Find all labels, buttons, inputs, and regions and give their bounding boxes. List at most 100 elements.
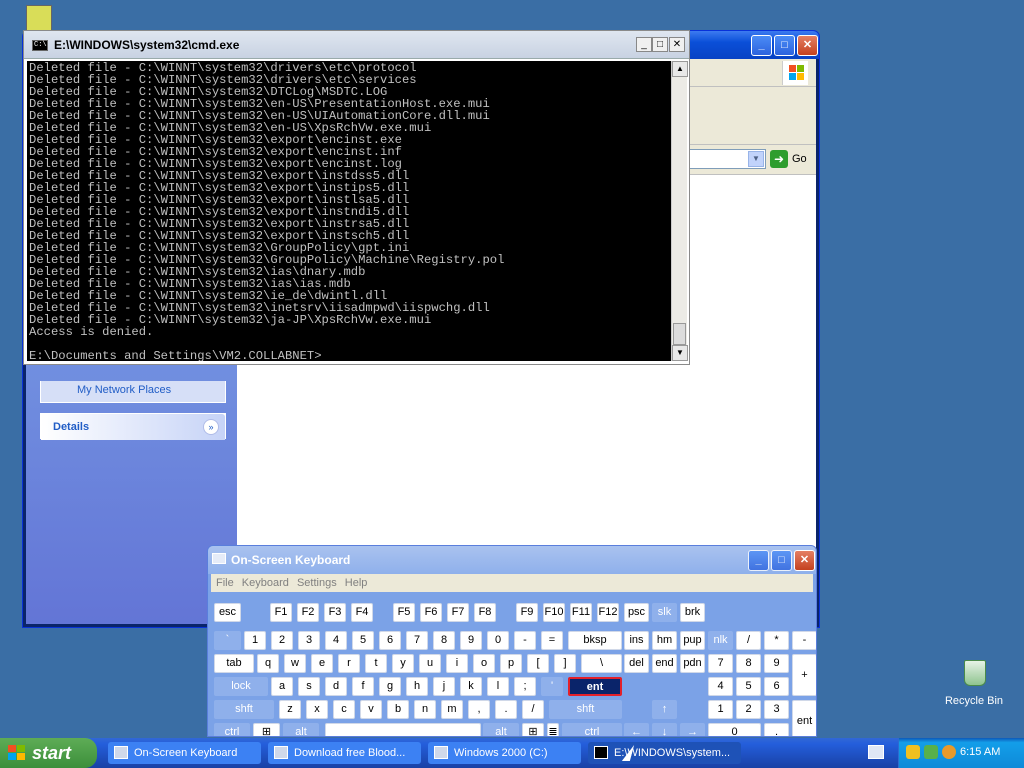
console-output[interactable]: Deleted file - C:\WINNT\system32\drivers… bbox=[27, 61, 671, 361]
key-h[interactable]: h bbox=[406, 677, 428, 696]
osk-titlebar[interactable]: On-Screen Keyboard _ □ ✕ bbox=[208, 546, 816, 574]
key-f7[interactable]: F7 bbox=[447, 603, 469, 622]
key-ralt[interactable]: alt bbox=[483, 723, 519, 736]
key-i[interactable]: i bbox=[446, 654, 468, 673]
network-places-link[interactable]: My Network Places bbox=[77, 384, 171, 396]
key-up-arrow-icon[interactable]: ↑ bbox=[652, 700, 677, 719]
key-ent[interactable]: ent bbox=[568, 677, 622, 696]
chevron-down-icon[interactable]: ▼ bbox=[748, 151, 764, 167]
key-psc[interactable]: psc bbox=[624, 603, 649, 622]
key-pdn[interactable]: pdn bbox=[680, 654, 705, 673]
key-w[interactable]: w bbox=[284, 654, 306, 673]
key-g[interactable]: g bbox=[379, 677, 401, 696]
key-f12[interactable]: F12 bbox=[597, 603, 619, 622]
taskbar-keyboard-icon[interactable] bbox=[868, 745, 884, 759]
key-u[interactable]: u bbox=[419, 654, 441, 673]
key-z[interactable]: z bbox=[279, 700, 301, 719]
scroll-thumb[interactable] bbox=[673, 323, 686, 345]
key-f2[interactable]: F2 bbox=[297, 603, 319, 622]
key-slash[interactable]: / bbox=[522, 700, 544, 719]
key-n[interactable]: n bbox=[414, 700, 436, 719]
taskbar-item-explorer[interactable]: Windows 2000 (C:) bbox=[428, 742, 581, 764]
key-quote[interactable]: ' bbox=[541, 677, 563, 696]
key-e[interactable]: e bbox=[311, 654, 333, 673]
key-q[interactable]: q bbox=[257, 654, 279, 673]
key-n2[interactable]: 2 bbox=[271, 631, 293, 650]
clock[interactable]: 6:15 AM bbox=[960, 746, 1000, 758]
key-ndiv[interactable]: / bbox=[736, 631, 761, 650]
menu-keyboard[interactable]: Keyboard bbox=[242, 577, 289, 589]
key-nsub[interactable]: - bbox=[792, 631, 816, 650]
key-n1[interactable]: 1 bbox=[244, 631, 266, 650]
key-f10[interactable]: F10 bbox=[543, 603, 565, 622]
scroll-up-icon[interactable]: ▲ bbox=[672, 61, 688, 77]
key-f5[interactable]: F5 bbox=[393, 603, 415, 622]
key-brk[interactable]: brk bbox=[680, 603, 705, 622]
go-arrow-icon[interactable]: ➜ bbox=[770, 150, 788, 168]
key-npdot[interactable]: . bbox=[764, 723, 789, 736]
maximize-icon[interactable]: □ bbox=[652, 37, 668, 52]
key-c[interactable]: c bbox=[333, 700, 355, 719]
close-icon[interactable]: ✕ bbox=[797, 35, 818, 56]
recycle-bin-label[interactable]: Recycle Bin bbox=[940, 695, 1008, 707]
key-tab[interactable]: tab bbox=[214, 654, 254, 673]
key-pup[interactable]: pup bbox=[680, 631, 705, 650]
search-icon[interactable] bbox=[942, 745, 956, 759]
key-f11[interactable]: F11 bbox=[570, 603, 592, 622]
key-comma[interactable]: , bbox=[468, 700, 490, 719]
key-n7[interactable]: 7 bbox=[406, 631, 428, 650]
key-del[interactable]: del bbox=[624, 654, 649, 673]
minimize-icon[interactable]: _ bbox=[751, 35, 772, 56]
network-icon[interactable] bbox=[924, 745, 938, 759]
minimize-icon[interactable]: _ bbox=[636, 37, 652, 52]
key-nmul[interactable]: * bbox=[764, 631, 789, 650]
key-lbr[interactable]: [ bbox=[527, 654, 549, 673]
key-grave[interactable]: ` bbox=[214, 631, 241, 650]
key-lalt[interactable]: alt bbox=[283, 723, 319, 736]
key-nlk[interactable]: nlk bbox=[708, 631, 733, 650]
key-m[interactable]: m bbox=[441, 700, 463, 719]
key-f1[interactable]: F1 bbox=[270, 603, 292, 622]
minimize-icon[interactable]: _ bbox=[748, 550, 769, 571]
key-down-arrow-icon[interactable]: ↓ bbox=[652, 723, 677, 736]
key-semi[interactable]: ; bbox=[514, 677, 536, 696]
close-icon[interactable]: ✕ bbox=[794, 550, 815, 571]
key-bksp[interactable]: bksp bbox=[568, 631, 622, 650]
key-n4[interactable]: 4 bbox=[325, 631, 347, 650]
key-n6[interactable]: 6 bbox=[379, 631, 401, 650]
key-nent[interactable]: ent bbox=[792, 700, 816, 736]
key-n5[interactable]: 5 bbox=[352, 631, 374, 650]
key-n9[interactable]: 9 bbox=[460, 631, 482, 650]
maximize-icon[interactable]: □ bbox=[771, 550, 792, 571]
key-f6[interactable]: F6 bbox=[420, 603, 442, 622]
security-shield-icon[interactable] bbox=[906, 745, 920, 759]
taskbar-item-browser[interactable]: Download free Blood... bbox=[268, 742, 421, 764]
menu-help[interactable]: Help bbox=[345, 577, 368, 589]
key-n8[interactable]: 8 bbox=[433, 631, 455, 650]
key-nadd[interactable]: + bbox=[792, 654, 816, 696]
cmd-titlebar[interactable]: C:\ E:\WINDOWS\system32\cmd.exe _ □ ✕ bbox=[24, 31, 689, 59]
key-end[interactable]: end bbox=[652, 654, 677, 673]
key-s[interactable]: s bbox=[298, 677, 320, 696]
key-x[interactable]: x bbox=[306, 700, 328, 719]
key-bslash[interactable]: \ bbox=[581, 654, 622, 673]
maximize-icon[interactable]: □ bbox=[774, 35, 795, 56]
key-np2[interactable]: 2 bbox=[736, 700, 761, 719]
key-t[interactable]: t bbox=[365, 654, 387, 673]
key-f4[interactable]: F4 bbox=[351, 603, 373, 622]
key-lock[interactable]: lock bbox=[214, 677, 268, 696]
key-slk[interactable]: slk bbox=[652, 603, 677, 622]
close-icon[interactable]: ✕ bbox=[669, 37, 685, 52]
key-b[interactable]: b bbox=[387, 700, 409, 719]
console-scrollbar[interactable]: ▲ ▼ bbox=[671, 61, 688, 361]
key-np7[interactable]: 7 bbox=[708, 654, 733, 673]
key-a[interactable]: a bbox=[271, 677, 293, 696]
key-rctrl[interactable]: ctrl bbox=[562, 723, 622, 736]
key-space[interactable] bbox=[325, 723, 481, 736]
key-d[interactable]: d bbox=[325, 677, 347, 696]
key-esc[interactable]: esc bbox=[214, 603, 241, 622]
details-header[interactable]: Details bbox=[41, 414, 225, 440]
key-y[interactable]: y bbox=[392, 654, 414, 673]
key-np5[interactable]: 5 bbox=[736, 677, 761, 696]
start-button[interactable]: start bbox=[0, 738, 97, 768]
